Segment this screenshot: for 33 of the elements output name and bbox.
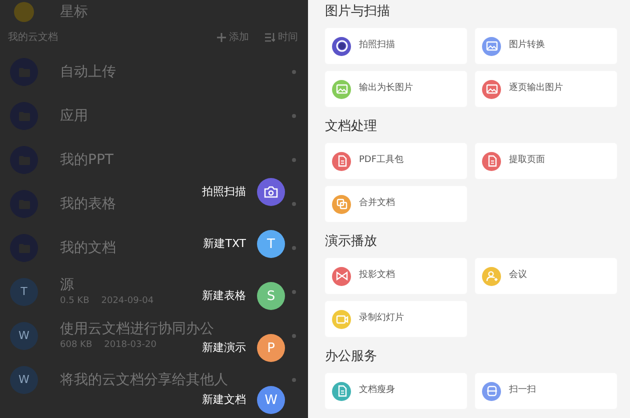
section-heading: 图片与扫描 [325,3,391,21]
tool-card[interactable]: 扫一扫 [475,373,617,409]
section-heading: 文档处理 [325,118,378,136]
tool-card[interactable]: 文档瘦身 [325,373,467,409]
tool-card[interactable]: PDF工具包 [325,143,467,179]
tool-card[interactable]: 录制幻灯片 [325,301,467,337]
file-date: 2024-09-04 [101,295,154,308]
tool-card[interactable]: 输出为长图片 [325,71,467,107]
tool-card[interactable]: 投影文档 [325,258,467,294]
file-size: 0.5 KB [60,295,90,308]
section-title: 我的云文档 [8,30,59,44]
plus-icon [217,32,226,42]
menu-label[interactable]: 新建演示 [202,340,246,356]
tool-card[interactable]: 合并文档 [325,186,467,222]
tool-card[interactable]: 图片转换 [475,28,617,64]
tool-card[interactable]: 提取页面 [475,143,617,179]
tool-card[interactable]: 逐页输出图片 [475,71,617,107]
file-size: 608 KB [60,339,92,352]
menu-label[interactable]: 新建TXT [203,236,246,252]
file-type-icon: W [10,322,38,350]
camera-icon [264,186,278,198]
file-type-icon: W [10,366,38,394]
tool-card[interactable]: 会议 [475,258,617,294]
menu-label[interactable]: 新建文档 [202,392,246,408]
camera-button[interactable] [257,178,285,206]
menu-label[interactable]: 拍照扫描 [202,184,246,200]
file-date: 2018-03-20 [104,339,156,352]
section-heading: 办公服务 [325,348,378,366]
section-heading: 演示播放 [325,233,378,251]
sort-icon [265,32,275,42]
file-type-icon: T [10,278,38,306]
menu-label[interactable]: 新建表格 [202,288,246,304]
tool-card[interactable]: 拍照扫描 [325,28,467,64]
